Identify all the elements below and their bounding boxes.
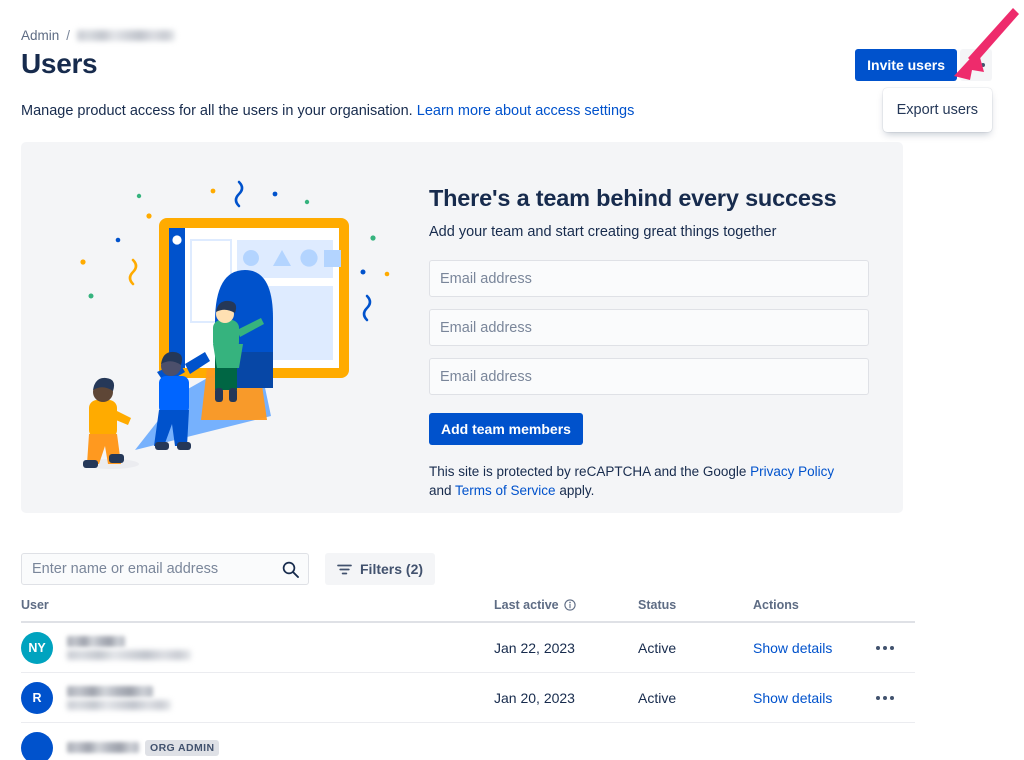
terms-of-service-link[interactable]: Terms of Service bbox=[455, 483, 556, 498]
users-table: User Last active Status Actions NY bbox=[21, 598, 915, 760]
access-settings-link[interactable]: Learn more about access settings bbox=[417, 103, 635, 119]
recaptcha-text-part1: This site is protected by reCAPTCHA and … bbox=[429, 464, 750, 479]
more-horizontal-icon bbox=[967, 63, 971, 67]
dropdown-item-export-users[interactable]: Export users bbox=[883, 96, 992, 124]
more-horizontal-icon bbox=[974, 63, 978, 67]
invite-team-banner: There's a team behind every success Add … bbox=[21, 142, 903, 513]
email-field-2[interactable] bbox=[429, 309, 869, 346]
user-name-redacted bbox=[67, 686, 153, 697]
breadcrumb-separator: / bbox=[66, 28, 70, 43]
cell-actions: Show details bbox=[753, 690, 915, 706]
table-row[interactable]: ORG ADMIN bbox=[21, 723, 915, 760]
user-text bbox=[67, 636, 191, 660]
user-name: ORG ADMIN bbox=[67, 740, 219, 756]
show-details-link[interactable]: Show details bbox=[753, 640, 832, 656]
recaptcha-text-part2: and bbox=[429, 483, 455, 498]
user-name-redacted bbox=[67, 742, 139, 753]
cell-status: Active bbox=[638, 690, 753, 706]
user-email-redacted bbox=[67, 700, 171, 710]
table-row[interactable]: NY Jan 22, 2023 Active Show details bbox=[21, 623, 915, 673]
search-icon[interactable] bbox=[282, 561, 299, 578]
user-cell: R bbox=[21, 682, 494, 714]
user-email bbox=[67, 650, 191, 660]
avatar[interactable]: R bbox=[21, 682, 53, 714]
filter-funnel-icon bbox=[337, 563, 352, 576]
user-text bbox=[67, 686, 171, 710]
avatar-initials: NY bbox=[28, 641, 45, 655]
user-name-redacted bbox=[67, 636, 125, 647]
team-behind-success-illustration bbox=[61, 154, 421, 504]
breadcrumb-item-org-redacted[interactable] bbox=[77, 30, 175, 41]
column-header-actions: Actions bbox=[753, 598, 915, 612]
column-header-status: Status bbox=[638, 598, 753, 612]
more-horizontal-icon bbox=[981, 63, 985, 67]
page-description: Manage product access for all the users … bbox=[21, 101, 634, 121]
more-actions-button[interactable] bbox=[960, 49, 992, 81]
avatar[interactable] bbox=[21, 732, 53, 760]
user-name bbox=[67, 636, 191, 647]
filters-button-label: Filters (2) bbox=[360, 561, 423, 577]
user-cell: ORG ADMIN bbox=[21, 732, 494, 760]
cell-last-active: Jan 20, 2023 bbox=[494, 690, 638, 706]
banner-content: There's a team behind every success Add … bbox=[429, 183, 879, 500]
breadcrumb-item-admin[interactable]: Admin bbox=[21, 28, 59, 43]
more-actions-dropdown: Export users bbox=[883, 88, 992, 132]
more-horizontal-icon bbox=[890, 696, 894, 700]
cell-status: Active bbox=[638, 640, 753, 656]
table-toolbar: Filters (2) bbox=[21, 553, 435, 585]
search-input[interactable] bbox=[22, 554, 308, 584]
user-text: ORG ADMIN bbox=[67, 740, 219, 756]
add-team-members-button[interactable]: Add team members bbox=[429, 413, 583, 445]
header-actions: Invite users bbox=[855, 49, 992, 81]
more-horizontal-icon bbox=[883, 646, 887, 650]
user-email-redacted bbox=[67, 650, 191, 660]
column-header-last-active-label: Last active bbox=[494, 598, 559, 612]
page-description-text: Manage product access for all the users … bbox=[21, 103, 413, 119]
filters-button[interactable]: Filters (2) bbox=[325, 553, 435, 585]
banner-title: There's a team behind every success bbox=[429, 183, 879, 213]
privacy-policy-link[interactable]: Privacy Policy bbox=[750, 464, 834, 479]
more-horizontal-icon bbox=[890, 646, 894, 650]
column-header-user: User bbox=[21, 598, 494, 612]
more-horizontal-icon bbox=[883, 696, 887, 700]
row-more-actions-button[interactable] bbox=[876, 646, 894, 650]
column-header-last-active: Last active bbox=[494, 598, 638, 612]
page-title: Users bbox=[21, 48, 97, 80]
row-more-actions-button[interactable] bbox=[876, 696, 894, 700]
table-row[interactable]: R Jan 20, 2023 Active Show details bbox=[21, 673, 915, 723]
org-admin-badge: ORG ADMIN bbox=[145, 740, 219, 756]
banner-subtitle: Add your team and start creating great t… bbox=[429, 224, 879, 240]
info-circle-icon[interactable] bbox=[564, 599, 576, 611]
more-horizontal-icon bbox=[876, 646, 880, 650]
user-email bbox=[67, 700, 171, 710]
user-cell: NY bbox=[21, 632, 494, 664]
recaptcha-text-part3: apply. bbox=[556, 483, 595, 498]
table-header-row: User Last active Status Actions bbox=[21, 598, 915, 623]
more-horizontal-icon bbox=[876, 696, 880, 700]
recaptcha-notice: This site is protected by reCAPTCHA and … bbox=[429, 462, 849, 500]
cell-actions: Show details bbox=[753, 640, 915, 656]
email-field-3[interactable] bbox=[429, 358, 869, 395]
show-details-link[interactable]: Show details bbox=[753, 690, 832, 706]
cell-last-active: Jan 22, 2023 bbox=[494, 640, 638, 656]
search-field-wrapper[interactable] bbox=[21, 553, 309, 585]
avatar[interactable]: NY bbox=[21, 632, 53, 664]
email-field-1[interactable] bbox=[429, 260, 869, 297]
avatar-initials: R bbox=[32, 691, 41, 705]
users-admin-page: Admin / Users Manage product access for … bbox=[0, 0, 1024, 760]
breadcrumb: Admin / bbox=[21, 28, 175, 43]
invite-users-button[interactable]: Invite users bbox=[855, 49, 957, 81]
user-name bbox=[67, 686, 171, 697]
